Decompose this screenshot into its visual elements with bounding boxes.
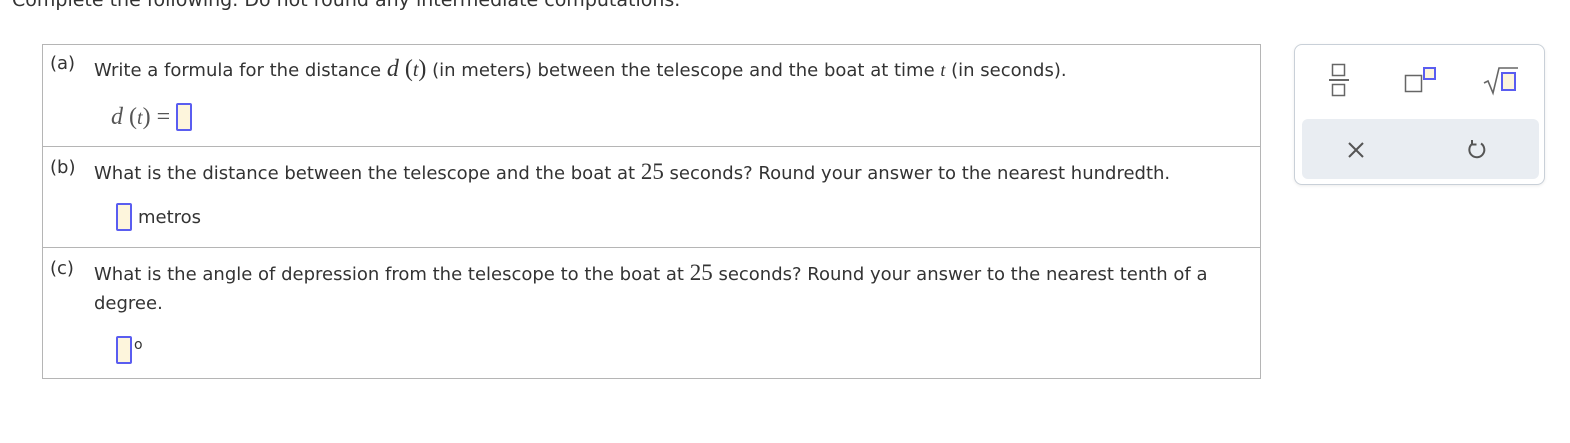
part-b-unit: metros — [138, 206, 202, 228]
part-a-formula: d (t) = — [111, 103, 193, 131]
part-b-question-text: What is the distance between the telesco… — [94, 163, 641, 184]
part-b-question-text-2: seconds? Round your answer to the neares… — [663, 163, 1171, 184]
part-b-answer-row: metros — [116, 203, 201, 231]
undo-icon — [1468, 140, 1486, 159]
square-root-button[interactable] — [1478, 60, 1522, 100]
part-c: (c) What is the angle of depression from… — [43, 248, 1260, 378]
math-toolbox — [1294, 44, 1545, 185]
part-a-letter: (a) — [50, 53, 76, 74]
part-c-question-text: What is the angle of depression from the… — [94, 264, 690, 285]
clear-button[interactable] — [1334, 128, 1378, 172]
instructions-text: Complete the following. Do not round any… — [12, 0, 681, 11]
clear-icon — [1348, 142, 1364, 158]
part-a-func-d: d — [386, 56, 399, 82]
part-a-func-t: t — [412, 59, 419, 81]
part-a-question-text: Write a formula for the distance — [94, 60, 387, 81]
fraction-button[interactable] — [1317, 60, 1361, 100]
problem-table: (a) Write a formula for the distance d (… — [42, 44, 1261, 379]
part-b-number: 25 — [640, 159, 664, 184]
superscript-button[interactable] — [1395, 60, 1439, 100]
part-c-answer-input[interactable] — [116, 336, 132, 364]
part-c-letter: (c) — [50, 258, 74, 279]
part-a-question-text-3: (in seconds). — [945, 60, 1067, 81]
degree-symbol: o — [134, 337, 143, 353]
part-c-question: What is the angle of depression from the… — [94, 258, 1248, 318]
part-b: (b) What is the distance between the tel… — [43, 147, 1260, 248]
part-b-question: What is the distance between the telesco… — [94, 157, 1248, 188]
superscript-icon — [1404, 67, 1436, 93]
part-a-answer-input[interactable] — [176, 103, 193, 131]
undo-button[interactable] — [1455, 128, 1499, 172]
square-root-icon — [1483, 67, 1518, 96]
part-a-question-text-2: (in meters) between the telescope and th… — [426, 60, 941, 81]
fraction-icon — [1329, 63, 1349, 97]
part-a-question: Write a formula for the distance d (t) (… — [94, 56, 1067, 82]
formula-equals: = — [156, 103, 171, 130]
formula-t: t — [137, 106, 143, 129]
formula-d: d — [111, 103, 123, 130]
part-b-letter: (b) — [50, 157, 76, 178]
part-c-answer-row: o — [116, 336, 143, 364]
part-c-number: 25 — [689, 260, 713, 285]
part-b-answer-input[interactable] — [116, 203, 132, 231]
part-a: (a) Write a formula for the distance d (… — [43, 45, 1260, 147]
